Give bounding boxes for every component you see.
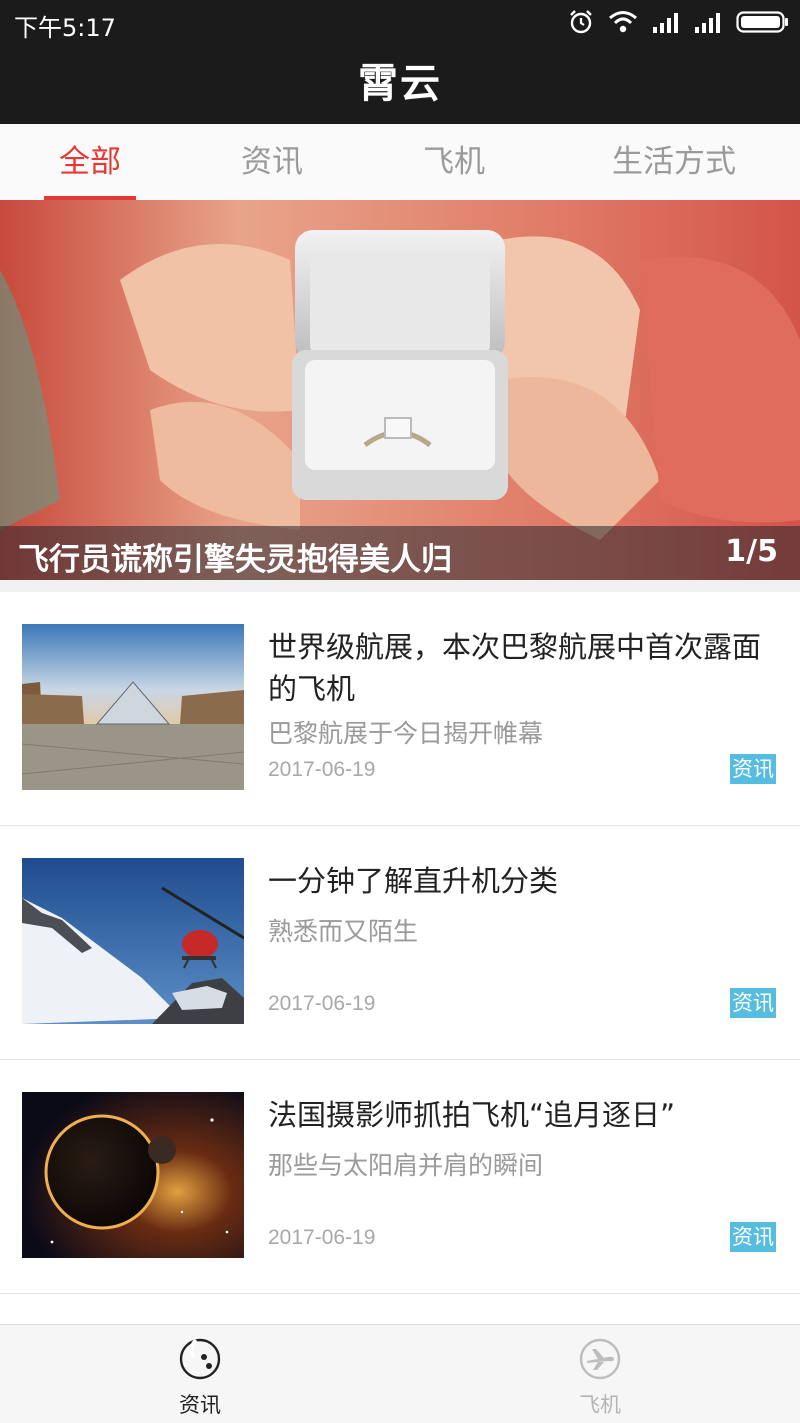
news-list-item[interactable]: 法国摄影师抓拍飞机“追月逐日” 那些与太阳肩并肩的瞬间 2017-06-19 资…	[0, 1060, 800, 1294]
tab-label: 资讯	[241, 144, 303, 180]
tab-aircraft[interactable]: 飞机	[408, 124, 500, 200]
tab-label: 生活方式	[612, 144, 736, 180]
banner-title: 飞行员谎称引擎失灵抱得美人归	[18, 542, 452, 578]
nav-label: 飞机	[579, 1393, 621, 1417]
banner-image	[0, 200, 800, 580]
news-thumbnail	[22, 858, 244, 1024]
news-date: 2017-06-19	[268, 758, 376, 781]
banner-carousel[interactable]: 飞行员谎称引擎失灵抱得美人归 1/5	[0, 200, 800, 580]
alarm-icon	[570, 10, 592, 34]
tab-all[interactable]: 全部	[44, 124, 136, 200]
status-bar: 下午5:17	[0, 0, 800, 44]
battery-icon	[736, 11, 788, 33]
app-header: 霄云	[0, 44, 800, 124]
signal-icon	[695, 13, 720, 33]
news-subtitle: 熟悉而又陌生	[268, 917, 419, 946]
nav-label: 资讯	[179, 1393, 221, 1417]
airplane-icon	[579, 1338, 621, 1380]
news-list-item[interactable]: 世界级航展，本次巴黎航展中首次露面的飞机 巴黎航展于今日揭开帷幕 2017-06…	[0, 592, 800, 826]
news-title: 一分钟了解直升机分类	[268, 864, 559, 898]
news-icon	[179, 1338, 221, 1380]
tab-lifestyle[interactable]: 生活方式	[594, 124, 754, 200]
banner-caption: 飞行员谎称引擎失灵抱得美人归 1/5	[0, 526, 800, 580]
tab-news[interactable]: 资讯	[226, 124, 318, 200]
tab-label: 全部	[59, 144, 121, 180]
signal-icon	[653, 13, 678, 33]
news-thumbnail	[22, 624, 244, 790]
category-tag: 资讯	[730, 988, 776, 1018]
category-tabs: 全部 资讯 飞机 生活方式	[0, 124, 800, 201]
nav-item-news[interactable]: 资讯	[0, 1325, 400, 1423]
status-time: 下午5:17	[14, 14, 116, 42]
status-icons	[568, 8, 790, 36]
news-subtitle: 那些与太阳肩并肩的瞬间	[268, 1151, 544, 1180]
section-divider	[0, 580, 800, 592]
app-title: 霄云	[358, 61, 442, 107]
category-tag: 资讯	[730, 754, 776, 784]
news-date: 2017-06-19	[268, 1226, 376, 1249]
tab-label: 飞机	[423, 144, 485, 180]
news-date: 2017-06-19	[268, 992, 376, 1015]
category-tag: 资讯	[730, 1222, 776, 1252]
wifi-icon	[609, 11, 637, 33]
news-title: 法国摄影师抓拍飞机“追月逐日”	[268, 1098, 676, 1132]
news-title: 世界级航展，本次巴黎航展中首次露面的飞机	[268, 630, 762, 706]
news-subtitle: 巴黎航展于今日揭开帷幕	[268, 719, 544, 748]
news-list-item[interactable]: 一分钟了解直升机分类 熟悉而又陌生 2017-06-19 资讯	[0, 826, 800, 1060]
nav-item-aircraft[interactable]: 飞机	[400, 1325, 800, 1423]
news-thumbnail	[22, 1092, 244, 1258]
banner-page-indicator: 1/5	[725, 534, 778, 569]
bottom-navigation: 资讯 飞机	[0, 1324, 800, 1423]
